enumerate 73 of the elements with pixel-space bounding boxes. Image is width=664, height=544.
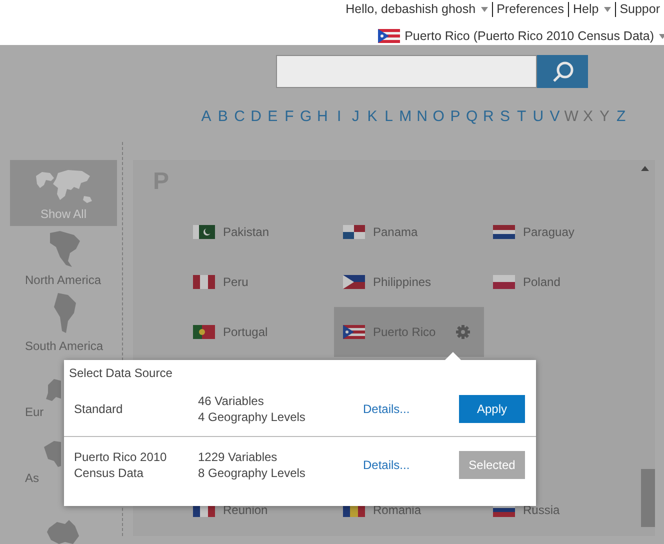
letter-link[interactable]: S [496, 108, 514, 125]
scrollbar-thumb[interactable] [641, 469, 655, 527]
letter-link[interactable]: A [198, 108, 215, 125]
apply-button[interactable]: Apply [459, 394, 525, 422]
flag-icon [193, 225, 215, 239]
caret-icon [480, 7, 488, 12]
menu-link[interactable]: Help [568, 2, 615, 17]
letter-link[interactable]: O [430, 108, 447, 125]
europe-icon [44, 377, 61, 401]
flag-icon [378, 29, 400, 43]
letter-link[interactable]: V [546, 108, 564, 125]
details-link[interactable]: Details... [363, 458, 459, 472]
letter-link[interactable]: U [530, 108, 546, 125]
letter-link[interactable]: Q [464, 108, 480, 125]
source-name: Puerto Rico 2010 Census Data [74, 448, 168, 480]
letter-link[interactable]: G [298, 108, 314, 125]
menu-link[interactable]: Preferences [492, 2, 568, 17]
country-item[interactable]: Pakistan [184, 207, 334, 257]
source-name: Standard [74, 400, 124, 416]
letter-link[interactable]: L [380, 108, 398, 125]
scroll-up-icon[interactable] [641, 166, 649, 171]
flag-icon [193, 275, 215, 289]
flag-icon [493, 275, 515, 289]
letter-link[interactable]: Z [612, 108, 630, 125]
country-item[interactable]: Peru [184, 257, 334, 307]
variables-count: 1229 Variables [198, 448, 278, 464]
south-america-icon [52, 293, 76, 335]
geography-levels: 4 Geography Levels [198, 408, 306, 424]
letter-link[interactable]: B [214, 108, 232, 125]
letter-link[interactable]: K [364, 108, 381, 125]
country-item[interactable]: Panama [334, 207, 484, 257]
region-item[interactable]: North America [10, 226, 117, 292]
details-link[interactable]: Details... [363, 402, 459, 416]
region-item[interactable]: South America [10, 292, 117, 358]
letter-link[interactable]: R [480, 108, 497, 125]
letter-link[interactable]: C [231, 108, 248, 125]
letter-link[interactable]: I [330, 108, 348, 125]
country-item[interactable]: Puerto Rico [334, 307, 484, 357]
country-item[interactable]: Poland [484, 257, 634, 307]
region-item[interactable]: Show All [10, 160, 117, 226]
menu-link[interactable]: Hello, debashish ghosh [342, 2, 492, 17]
flag-icon [343, 325, 365, 339]
letter-link[interactable]: M [397, 108, 414, 125]
geography-levels: 8 Geography Levels [198, 464, 306, 480]
letter-link[interactable]: H [314, 108, 331, 125]
settings-icon[interactable] [456, 325, 470, 339]
menu-link[interactable]: Suppor [614, 2, 664, 17]
country-item[interactable]: Paraguay [484, 207, 634, 257]
north-america-icon [48, 231, 80, 269]
flag-icon [343, 275, 365, 289]
letter-link[interactable]: P [446, 108, 464, 125]
country-item[interactable]: Philippines [334, 257, 484, 307]
letter-link[interactable]: E [264, 108, 281, 125]
world-map-icon [36, 170, 92, 203]
popup-title: Select Data Source [68, 365, 174, 381]
search-field[interactable] [276, 55, 537, 88]
letter-link[interactable]: D [248, 108, 264, 125]
letter-link[interactable]: J [347, 108, 364, 125]
search-button[interactable] [537, 55, 588, 88]
letter-link[interactable]: F [280, 108, 298, 125]
flag-icon [343, 225, 365, 239]
country-item[interactable]: Portugal [184, 307, 334, 357]
caret-icon [604, 7, 611, 12]
search-icon [550, 60, 574, 84]
variables-count: 46 Variables [198, 392, 265, 408]
letter-link[interactable]: N [414, 108, 430, 125]
flag-icon [193, 325, 215, 339]
asia-icon [44, 441, 61, 467]
caret-icon [659, 34, 664, 38]
selected-button[interactable]: Selected [459, 450, 525, 478]
letter-link[interactable]: T [513, 108, 530, 125]
flag-icon [493, 225, 515, 239]
dataset-selector[interactable]: Puerto Rico (Puerto Rico 2010 Census Data) [378, 29, 664, 43]
